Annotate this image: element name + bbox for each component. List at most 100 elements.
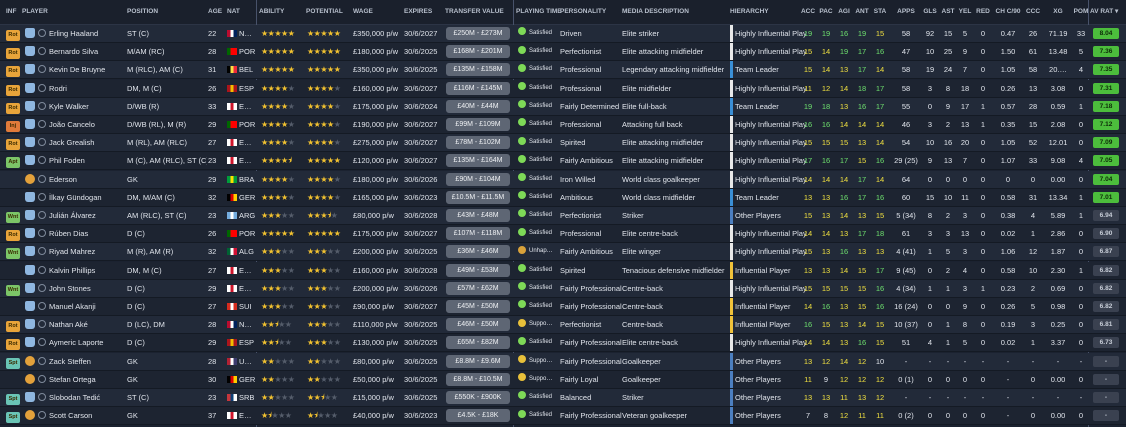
mood-icon [518,227,526,236]
column-header-ccc[interactable]: CCC [1024,0,1042,24]
table-row[interactable]: Stefan Ortega GK 30 GER ★★★★★ ★★★★★ £50,000 p/… [0,370,1126,389]
eye-icon[interactable] [38,247,46,256]
column-header-chc90[interactable]: CH C/90 [993,0,1023,24]
column-header-pac[interactable]: PAC [818,0,834,24]
table-row[interactable]: Spt Zack Steffen GK 28 U… ★★★★★ ★★★★★ £80,000 p… [0,352,1126,371]
inf-badge[interactable]: Apt [6,157,20,169]
table-row[interactable]: Kalvin Phillips DM, M (C) 27 E… ★★★★★ ★★★★★ £1… [0,261,1126,280]
column-header-acc[interactable]: ACC [800,0,816,24]
column-header-pom[interactable]: POM [1073,0,1089,24]
column-header-av-rat[interactable]: AV RAT ▾ [1090,0,1124,24]
eye-icon[interactable] [38,283,46,292]
eye-icon[interactable] [38,229,46,238]
player-position: D (C) [127,229,145,239]
column-header-personality[interactable]: PERSONALITY [560,0,622,24]
table-row[interactable]: Wnt Riyad Mahrez M (R), AM (R) 32 ALG ★★★★★ ★★… [0,243,1126,262]
column-header-position[interactable]: POSITION [127,0,202,24]
eye-icon[interactable] [38,47,46,56]
table-row[interactable]: Rot Bernardo Silva M/AM (RC) 28 POR ★★★★★ ★★★★… [0,43,1126,62]
player-name: Stefan Ortega [49,374,96,384]
eye-icon[interactable] [38,192,46,201]
table-row[interactable]: Rot Nathan Aké D (LC), DM 28 N… ★★⯨★★ ★★★★★ £11… [0,316,1126,335]
column-header-ant[interactable]: ANT [854,0,870,24]
table-row[interactable]: Wnt Julián Álvarez AM (RLC), ST (C) 23 ARG ★★… [0,207,1126,225]
eye-icon[interactable] [38,338,46,347]
inf-badge[interactable]: Rot [6,102,20,114]
table-row[interactable]: Rot Kyle Walker D/WB (R) 33 E… ★★★★★ ★★★★★ £175… [0,97,1126,116]
inf-badge[interactable]: Rot [6,48,20,60]
column-header-sta[interactable]: STA [872,0,888,24]
column-header-media-description[interactable]: MEDIA DESCRIPTION [622,0,728,24]
eye-icon[interactable] [38,120,46,128]
column-header-agi[interactable]: AGI [836,0,852,24]
inf-badge[interactable]: Wnt [6,284,20,296]
column-header-red[interactable]: RED [975,0,991,24]
media-description: Elite attacking midfielder [622,138,704,148]
table-row[interactable]: Spt Scott Carson GK 37 E… ★⯨★★★ ★⯨★★★ £40,000 p… [0,407,1126,426]
inf-badge[interactable]: Rot [6,230,20,242]
stat-chc90: 1.05 [1000,138,1016,148]
contract-expires: 30/6/2027 [404,302,438,311]
eye-icon[interactable] [38,65,46,74]
hierarchy: Highly Influential Player [735,120,807,129]
inf-badge[interactable]: Rot [6,339,20,351]
column-header-gls[interactable]: GLS [922,0,938,24]
column-header-ability[interactable]: ABILITY [259,0,305,24]
eye-icon[interactable] [38,174,46,183]
stat-apps: 54 [901,138,911,148]
eye-icon[interactable] [38,356,46,365]
inf-badge[interactable]: Rot [6,321,20,333]
table-row[interactable]: Ederson GK 29 BRA ★★★★★ ★★★★★ £180,000 p/w 30/6… [0,170,1126,189]
inf-badge[interactable]: Wnt [6,248,20,260]
table-row[interactable]: Rot Jack Grealish M (RL), AM (RLC) 27 E… ★★★★… [0,134,1126,153]
column-header-xg[interactable]: XG [1043,0,1073,24]
table-row[interactable]: İlkay Gündogan DM, M/AM (C) 32 GER ★★★★★ ★★★★… [0,188,1126,207]
eye-icon[interactable] [38,211,46,219]
table-row[interactable]: Apt Phil Foden M (C), AM (RLC), ST (C) 23 E…… [0,152,1126,171]
inf-badge[interactable]: Rot [6,30,20,41]
eye-icon[interactable] [38,411,46,420]
inf-badge[interactable]: Rot [6,139,20,151]
column-header-expires[interactable]: EXPIRES [404,0,444,24]
column-header-yel[interactable]: YEL [957,0,973,24]
column-header-transfer-value[interactable]: TRANSFER VALUE [445,0,511,24]
stat-ast: 1 [945,320,951,330]
eye-icon[interactable] [38,320,46,329]
contract-expires: 30/6/2023 [404,411,438,421]
table-row[interactable]: Manuel Akanji D (C) 27 SUI ★★★★★ ★★★★★ £90,000… [0,298,1126,316]
table-row[interactable]: Rot Kevin De Bruyne M (RLC), AM (C) 31 BEL ★★… [0,61,1126,80]
mood-icon [518,318,526,327]
inf-badge[interactable]: Rot [6,84,20,96]
inf-badge[interactable]: Spt [6,357,20,369]
inf-badge[interactable]: Spt [6,412,20,424]
column-header-potential[interactable]: POTENTIAL [306,0,352,24]
inf-badge[interactable]: Wnt [6,212,20,223]
table-row[interactable]: Rot Rúben Dias D (C) 26 POR ★★★★★ ★★★★★ £175,00… [0,225,1126,244]
eye-icon[interactable] [38,156,46,165]
eye-icon[interactable] [38,101,46,110]
eye-icon[interactable] [38,302,46,310]
column-header-playing-time[interactable]: PLAYING TIME [516,0,562,24]
table-row[interactable]: Rot Rodri DM, M (C) 26 ESP ★★★★★ ★★★★★ £160,000… [0,79,1126,98]
inf-badge[interactable]: Inj [6,121,20,132]
column-header-wage[interactable]: WAGE [353,0,403,24]
table-row[interactable]: Spt Slobodan Tedić ST (C) 23 SRB ★★★★★ ★★⯨★★ £1… [0,389,1126,407]
table-row[interactable]: Wnt John Stones D (C) 29 E… ★★★★★ ★★★★★ £200,00… [0,279,1126,298]
column-header-ast[interactable]: AST [940,0,956,24]
inf-badge[interactable]: Spt [6,394,20,405]
inf-badge[interactable]: Rot [6,66,20,78]
eye-icon[interactable] [38,29,46,37]
column-header-age[interactable]: AGE [208,0,222,24]
eye-icon[interactable] [38,138,46,147]
column-header-nat[interactable]: NAT [227,0,255,24]
table-row[interactable]: Rot Aymeric Laporte D (C) 29 ESP ★★⯨★★ ★★★★★ £1… [0,334,1126,353]
column-header-player[interactable]: PLAYER [22,0,122,24]
eye-icon[interactable] [38,374,46,383]
table-row[interactable]: Rot Erling Haaland ST (C) 22 N… ★★★★★ ★★★★★ £35… [0,25,1126,43]
column-header-apps[interactable]: APPS [893,0,919,24]
eye-icon[interactable] [38,393,46,401]
eye-icon[interactable] [38,83,46,92]
column-header-hierarchy[interactable]: HIERARCHY [730,0,800,24]
eye-icon[interactable] [38,265,46,274]
table-row[interactable]: Inj João Cancelo D/WB (RL), M (R) 29 POR ★★★★… [0,116,1126,134]
